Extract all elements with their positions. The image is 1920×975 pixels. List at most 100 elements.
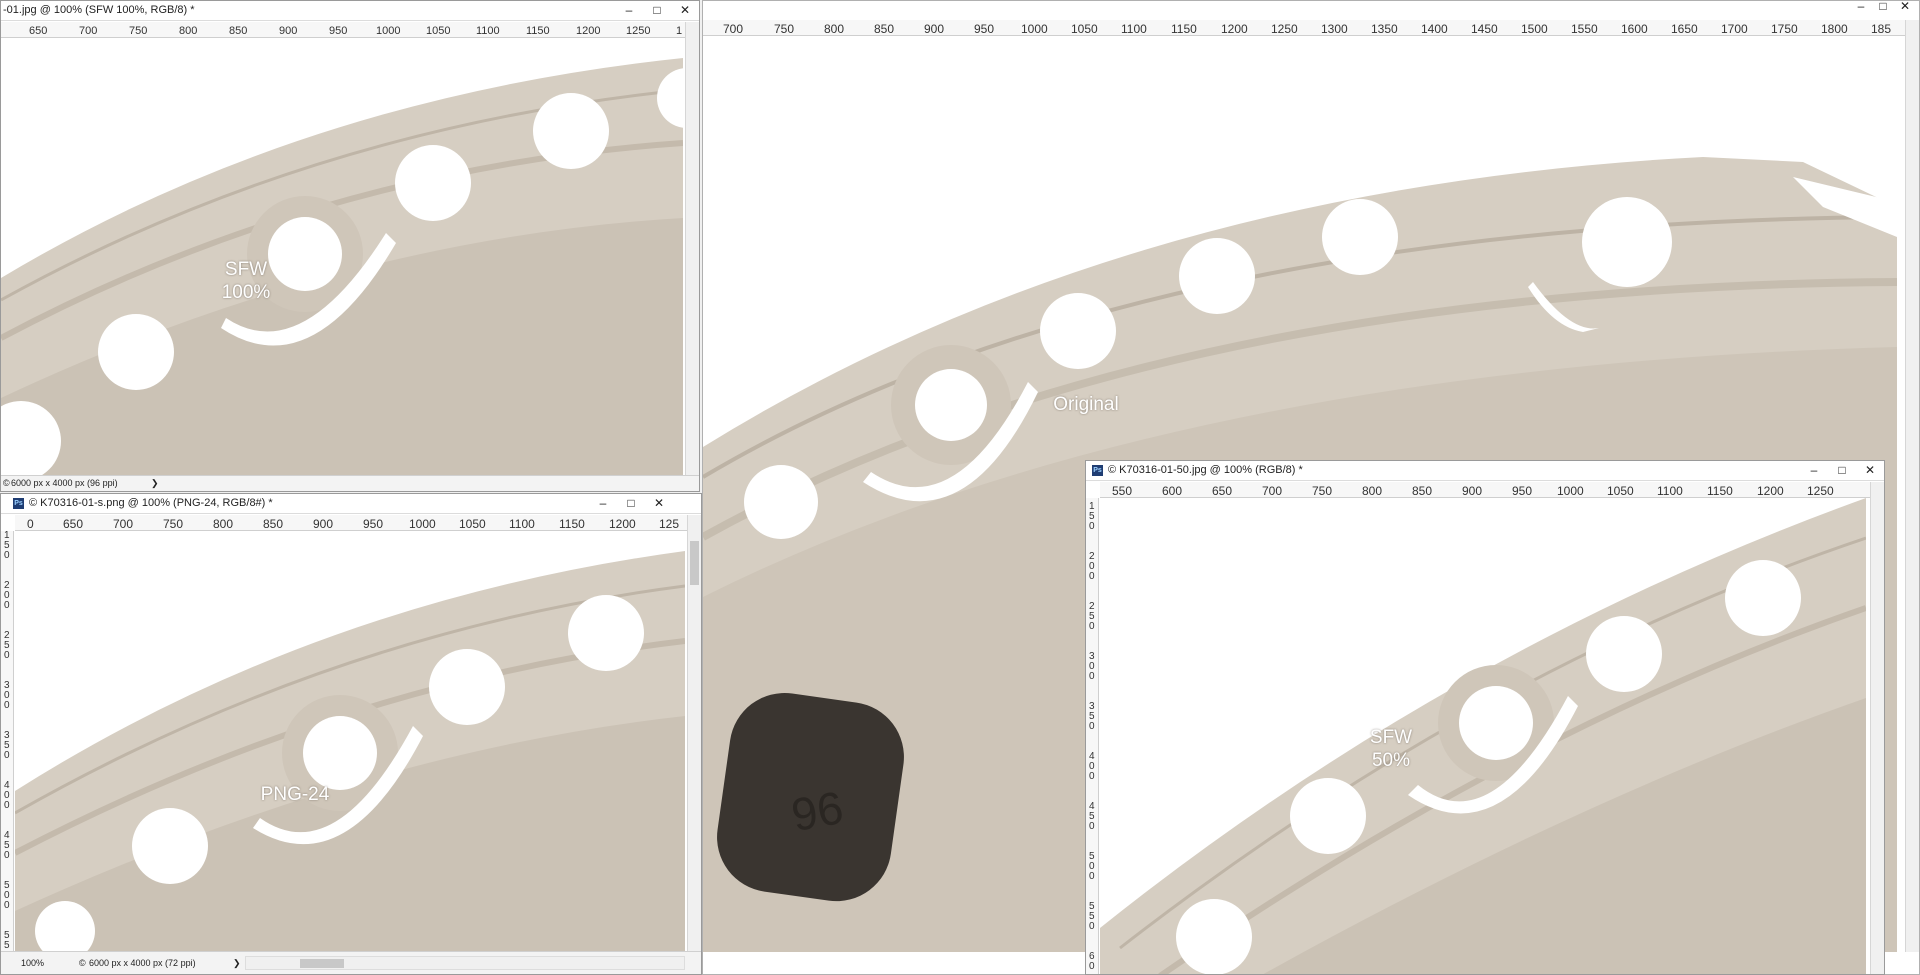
- close-icon[interactable]: ✕: [671, 1, 699, 20]
- ruler-label: 2 5 0: [1089, 601, 1095, 632]
- ruler-label: 650: [1212, 484, 1232, 498]
- ruler-label: 1150: [559, 517, 585, 531]
- status-bar: 100% © 6000 px x 4000 px (72 ppi) ❯: [1, 951, 701, 974]
- ruler-label: 850: [874, 22, 894, 36]
- ruler-label: 1100: [509, 517, 535, 531]
- ruler-label: 6 0: [1089, 951, 1095, 972]
- ruler-label: 1 5 0: [1089, 501, 1095, 532]
- ruler-label: 1550: [1571, 22, 1598, 36]
- copyright-icon: ©: [1108, 464, 1117, 476]
- ruler-label: 1600: [1621, 22, 1648, 36]
- close-icon[interactable]: ✕: [645, 494, 673, 513]
- ruler-label: 1050: [459, 517, 486, 531]
- close-icon[interactable]: ✕: [1856, 461, 1884, 480]
- ruler-label: 4 0 0: [1089, 751, 1095, 782]
- horizontal-scrollbar[interactable]: [245, 956, 685, 970]
- ruler-label: 700: [1262, 484, 1282, 498]
- ruler-label: 1100: [1121, 22, 1147, 36]
- ruler-label: 750: [1312, 484, 1332, 498]
- maximize-icon[interactable]: □: [643, 1, 671, 20]
- scrollbar-thumb[interactable]: [300, 959, 344, 968]
- maximize-icon[interactable]: □: [617, 494, 645, 513]
- document-window-sfw50[interactable]: Ps © K70316-01-50.jpg @ 100% (RGB/8) * –…: [1085, 460, 1885, 975]
- ruler-label: 850: [263, 517, 283, 531]
- vertical-scrollbar[interactable]: [1905, 20, 1919, 952]
- ruler-label: 125: [659, 517, 679, 531]
- ruler-label: 5 5 0: [1089, 901, 1095, 932]
- window-titlebar[interactable]: -01.jpg @ 100% (SFW 100%, RGB/8) * – □ ✕: [1, 1, 699, 21]
- ruler-label: 5 0 0: [4, 880, 10, 911]
- ruler-label: 1200: [609, 517, 636, 531]
- metal-disc-image: [1, 58, 683, 475]
- ruler-label: 900: [279, 25, 297, 37]
- ruler-label: 950: [974, 22, 994, 36]
- ruler-label: 3 0 0: [1089, 651, 1095, 682]
- window-titlebar[interactable]: Ps © K70316-01-50.jpg @ 100% (RGB/8) * –…: [1086, 461, 1884, 481]
- zoom-level[interactable]: 100%: [21, 958, 44, 968]
- ruler-label: 185: [1871, 22, 1891, 36]
- window-title: -01.jpg @ 100% (SFW 100%, RGB/8) *: [3, 4, 195, 16]
- image-canvas[interactable]: SFW 100%: [1, 38, 683, 475]
- status-arrow-icon[interactable]: ❯: [151, 478, 159, 489]
- ruler-label: 1450: [1471, 22, 1498, 36]
- ruler-label: 0: [27, 517, 34, 531]
- status-bar: © 6000 px x 4000 px (96 ppi) ❯: [1, 475, 699, 491]
- horizontal-ruler: 650 700 750 800 850 900 950 1000 1050 11…: [1, 22, 699, 38]
- ruler-label: 700: [723, 22, 743, 36]
- ruler-label: 4 5 0: [1089, 801, 1095, 832]
- copyright-icon: ©: [79, 958, 86, 968]
- ruler-label: 1150: [526, 25, 550, 37]
- ruler-ticks: 700 750 800 850 900 950 1000 1050 1100 1…: [723, 22, 1891, 36]
- overlay-label: Original: [1053, 394, 1119, 415]
- vertical-scrollbar[interactable]: [1870, 482, 1884, 974]
- scrollbar-thumb[interactable]: [690, 541, 699, 585]
- ruler-label: 1000: [1021, 22, 1048, 36]
- copyright-icon: ©: [3, 478, 10, 488]
- ruler-label: 1 5 0: [4, 531, 10, 561]
- ruler-label: 1000: [409, 517, 436, 531]
- close-icon[interactable]: ✕: [1891, 1, 1919, 17]
- document-window-sfw100[interactable]: -01.jpg @ 100% (SFW 100%, RGB/8) * – □ ✕…: [0, 0, 700, 492]
- ruler-label: 800: [824, 22, 844, 36]
- window-titlebar[interactable]: Ps © K70316-01-s.png @ 100% (PNG-24, RGB…: [1, 494, 701, 514]
- ruler-label: 4 5 0: [4, 830, 10, 861]
- ruler-label: 1200: [576, 25, 600, 37]
- ruler-label: 1300: [1321, 22, 1348, 36]
- horizontal-ruler: 0 650 700 750 800 850 900 950 1000 1050 …: [15, 515, 701, 531]
- copyright-icon: ©: [29, 497, 38, 509]
- maximize-icon[interactable]: □: [1828, 461, 1856, 480]
- ruler-label: 850: [1412, 484, 1432, 498]
- metal-disc-image: [1100, 498, 1866, 974]
- image-canvas[interactable]: SFW 50%: [1100, 498, 1866, 974]
- ruler-label: 5 5: [4, 930, 10, 951]
- ruler-ticks: 0 650 700 750 800 850 900 950 1000 1050 …: [27, 517, 679, 531]
- ruler-label: 950: [363, 517, 383, 531]
- document-window-png24[interactable]: Ps © K70316-01-s.png @ 100% (PNG-24, RGB…: [0, 493, 702, 975]
- minimize-icon[interactable]: –: [1800, 461, 1828, 480]
- ruler-label: 1150: [1707, 484, 1733, 498]
- vertical-scrollbar[interactable]: [685, 22, 699, 475]
- ruler-label: 3 0 0: [4, 680, 10, 711]
- status-arrow-icon[interactable]: ❯: [233, 958, 241, 969]
- ruler-label: 1700: [1721, 22, 1748, 36]
- ruler-label: 1500: [1521, 22, 1548, 36]
- stamp-number: 96: [788, 781, 847, 841]
- ruler-label: 1200: [1221, 22, 1248, 36]
- minimize-icon[interactable]: –: [615, 1, 643, 20]
- vertical-scrollbar[interactable]: [687, 515, 701, 953]
- ruler-label: 2 0 0: [4, 580, 10, 611]
- overlay-label: SFW 50%: [1369, 727, 1413, 771]
- document-size: 6000 px x 4000 px (96 ppi): [11, 478, 118, 488]
- window-titlebar[interactable]: – □ ✕: [703, 1, 1919, 17]
- ruler-label: 1250: [626, 25, 650, 37]
- ruler-label: 3 5 0: [4, 730, 10, 761]
- document-size: 6000 px x 4000 px (72 ppi): [89, 958, 196, 968]
- ruler-label: 1050: [1071, 22, 1098, 36]
- image-canvas[interactable]: PNG-24: [15, 531, 685, 953]
- ruler-label: 700: [79, 25, 97, 37]
- minimize-icon[interactable]: –: [589, 494, 617, 513]
- ruler-label: 850: [229, 25, 247, 37]
- ruler-label: 1750: [1771, 22, 1798, 36]
- ruler-label: 1250: [1807, 484, 1834, 498]
- ruler-label: 750: [163, 517, 183, 531]
